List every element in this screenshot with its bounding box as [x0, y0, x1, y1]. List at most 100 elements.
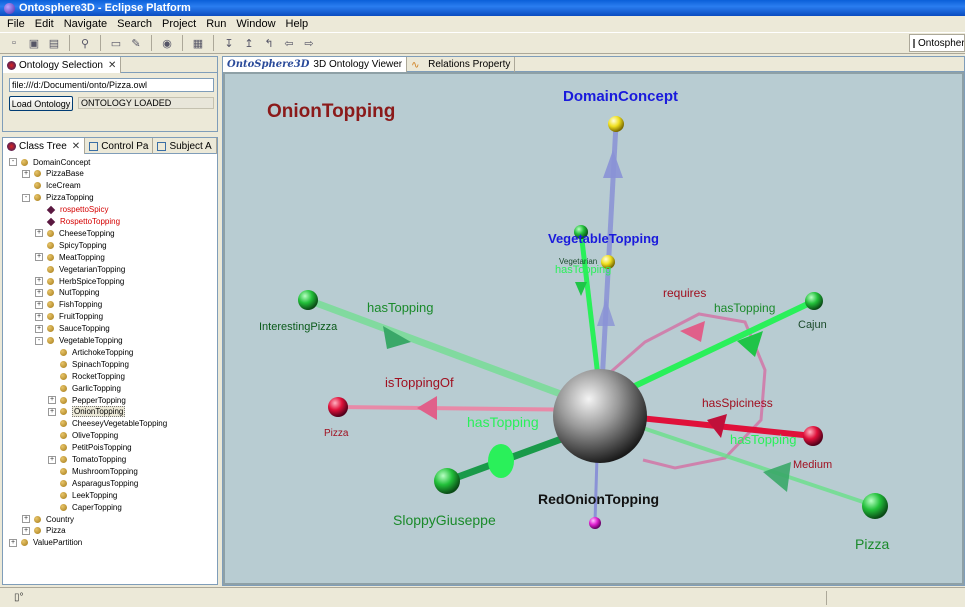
- menu-window[interactable]: Window: [231, 18, 280, 30]
- tree-item[interactable]: - VegetableTopping: [35, 335, 123, 347]
- ontology-path-input[interactable]: [9, 78, 214, 92]
- 3d-canvas[interactable]: OnionTopping DomainConcept VegetableTopp…: [223, 72, 964, 585]
- tree-item[interactable]: PetitPoisTopping: [48, 442, 132, 454]
- node-magenta[interactable]: [589, 517, 601, 529]
- expand-icon[interactable]: +: [48, 396, 56, 404]
- collapse-icon[interactable]: -: [22, 193, 30, 202]
- tree-item[interactable]: + HerbSpiceTopping: [35, 275, 124, 287]
- expand-icon[interactable]: +: [48, 407, 56, 416]
- tab-3d-ontology-viewer[interactable]: OntoSphere3D 3D Ontology Viewer: [223, 57, 408, 72]
- tree-item[interactable]: + SauceTopping: [35, 323, 110, 335]
- edge-interesting-pizza[interactable]: [306, 296, 603, 413]
- edge-domain-arrow-2[interactable]: [597, 299, 615, 326]
- fast-view-icon[interactable]: ▯°: [14, 592, 24, 603]
- expand-icon[interactable]: +: [35, 229, 43, 238]
- tab-control-panel[interactable]: Control Pa: [85, 138, 154, 154]
- expand-icon[interactable]: +: [35, 277, 43, 285]
- menu-edit[interactable]: Edit: [30, 18, 59, 30]
- edge-domain-arrow[interactable]: [603, 150, 623, 178]
- edge-pizza-left-arrow[interactable]: [417, 396, 437, 420]
- globe-icon[interactable]: ◉: [159, 35, 175, 51]
- pencil-icon[interactable]: ✎: [128, 35, 144, 51]
- tree-item[interactable]: - PizzaTopping: [22, 192, 94, 204]
- save-icon[interactable]: ▣: [26, 35, 42, 51]
- tab-class-tree[interactable]: Class Tree ✕: [3, 138, 86, 154]
- tree-item[interactable]: IceCream: [22, 180, 81, 192]
- tree-item[interactable]: + FishTopping: [35, 299, 102, 311]
- expand-icon[interactable]: +: [22, 169, 30, 178]
- tree-item[interactable]: + FruitTopping: [35, 311, 103, 323]
- menu-file[interactable]: File: [2, 18, 30, 30]
- load-ontology-button[interactable]: Load Ontology: [9, 96, 73, 111]
- node-pizza-right[interactable]: [862, 493, 888, 519]
- node-pizza-left[interactable]: [328, 397, 348, 417]
- tree-item[interactable]: SpicyTopping: [35, 239, 107, 251]
- document-icon[interactable]: ▦: [190, 35, 206, 51]
- 3d-scene[interactable]: OnionTopping DomainConcept VegetableTopp…: [225, 74, 964, 585]
- forward-arrow-icon[interactable]: ⇨: [301, 35, 317, 51]
- tree-item[interactable]: + Country: [22, 513, 74, 525]
- new-icon[interactable]: ▫: [6, 35, 22, 51]
- tree-item[interactable]: SpinachTopping: [48, 358, 129, 370]
- node-cajun[interactable]: [805, 292, 823, 310]
- next-annotation-icon[interactable]: ↧: [221, 35, 237, 51]
- open-folder-icon[interactable]: ▭: [108, 35, 124, 51]
- node-interesting-pizza[interactable]: [298, 290, 318, 310]
- tab-relations-property[interactable]: ∿ Relations Property: [407, 57, 516, 72]
- tree-item[interactable]: GarlicTopping: [48, 382, 121, 394]
- node-medium[interactable]: [803, 426, 823, 446]
- perspective-switcher[interactable]: Ontospher: [909, 34, 965, 52]
- collapse-icon[interactable]: -: [9, 158, 17, 166]
- expand-icon[interactable]: +: [22, 515, 30, 523]
- tree-item[interactable]: LeekTopping: [48, 489, 117, 501]
- node-domain-concept[interactable]: [608, 116, 624, 132]
- tree-item[interactable]: + MeatTopping: [35, 251, 105, 263]
- expand-icon[interactable]: +: [48, 455, 56, 464]
- tree-item[interactable]: RospettoTopping: [35, 216, 120, 228]
- edge-sloppy-arrow[interactable]: [488, 444, 514, 478]
- expand-icon[interactable]: +: [35, 300, 43, 309]
- tree-item[interactable]: OliveTopping: [48, 430, 118, 442]
- tree-item[interactable]: VegetarianTopping: [35, 263, 125, 275]
- tree-item[interactable]: MushroomTopping: [48, 465, 138, 477]
- expand-icon[interactable]: +: [22, 526, 30, 535]
- node-sloppy-giuseppe[interactable]: [434, 468, 460, 494]
- tree-item[interactable]: - DomainConcept: [9, 156, 90, 168]
- tree-item[interactable]: + OnionTopping: [48, 406, 126, 418]
- tree-item[interactable]: + ValuePartition: [9, 537, 82, 549]
- search-icon[interactable]: ⚲: [77, 35, 93, 51]
- tree-item[interactable]: + TomatoTopping: [48, 454, 126, 466]
- tree-item[interactable]: RocketTopping: [48, 370, 125, 382]
- edge-requires-arrow[interactable]: [680, 321, 705, 342]
- tree-item[interactable]: rospettoSpicy: [35, 204, 108, 216]
- tree-item[interactable]: CheeseyVegetableTopping: [48, 418, 167, 430]
- tree-item[interactable]: + PepperTopping: [48, 394, 126, 406]
- prev-annotation-icon[interactable]: ↥: [241, 35, 257, 51]
- tab-subject-area[interactable]: Subject A: [153, 138, 217, 154]
- tree-item[interactable]: + PizzaBase: [22, 168, 84, 180]
- close-icon[interactable]: ✕: [108, 60, 116, 71]
- tab-ontology-selection[interactable]: Ontology Selection ✕: [3, 57, 122, 73]
- expand-icon[interactable]: +: [35, 288, 43, 297]
- menu-run[interactable]: Run: [201, 18, 231, 30]
- last-edit-icon[interactable]: ↰: [261, 35, 277, 51]
- tree-item[interactable]: ArtichokeTopping: [48, 346, 133, 358]
- close-icon[interactable]: ✕: [72, 141, 80, 152]
- tree-item[interactable]: + CheeseTopping: [35, 227, 115, 239]
- expand-icon[interactable]: +: [35, 312, 43, 321]
- tree-item[interactable]: + NutTopping: [35, 287, 99, 299]
- node-red-onion-topping[interactable]: [553, 369, 647, 463]
- tree-item[interactable]: AsparagusTopping: [48, 477, 138, 489]
- edge-pizza-right-arrow[interactable]: [763, 462, 791, 492]
- expand-icon[interactable]: +: [35, 253, 43, 262]
- back-arrow-icon[interactable]: ⇦: [281, 35, 297, 51]
- menu-project[interactable]: Project: [157, 18, 201, 30]
- menu-search[interactable]: Search: [112, 18, 157, 30]
- expand-icon[interactable]: +: [9, 538, 17, 547]
- print-icon[interactable]: ▤: [46, 35, 62, 51]
- menu-help[interactable]: Help: [281, 18, 314, 30]
- tree-item[interactable]: + Pizza: [22, 525, 66, 537]
- collapse-icon[interactable]: -: [35, 336, 43, 345]
- expand-icon[interactable]: +: [35, 324, 43, 333]
- menu-navigate[interactable]: Navigate: [59, 18, 112, 30]
